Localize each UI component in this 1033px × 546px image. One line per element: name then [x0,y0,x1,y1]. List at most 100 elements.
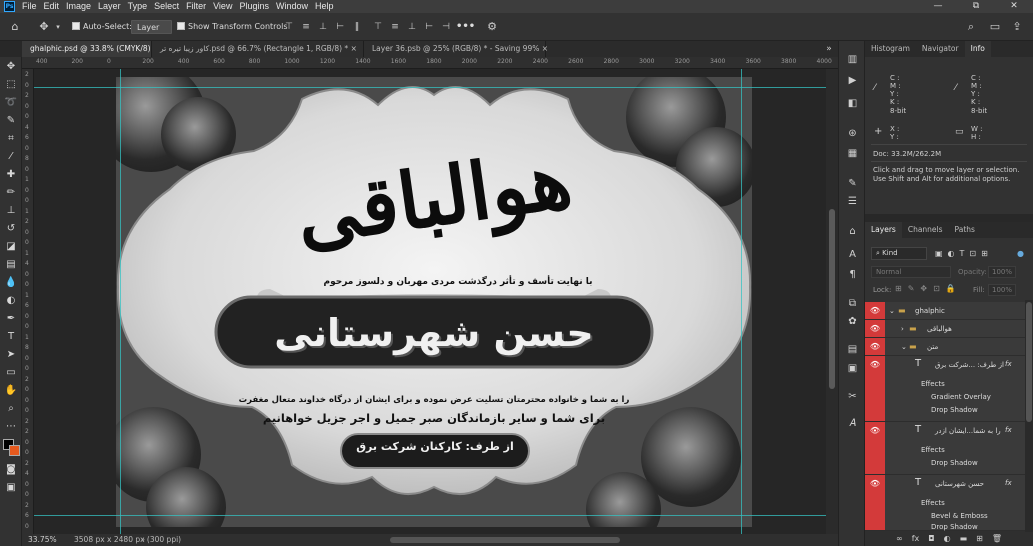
stamp-tool-icon[interactable]: ⊥ [2,203,20,219]
minimize-button[interactable]: — [919,0,957,13]
distribute-vcenter-icon[interactable]: ≡ [389,20,401,34]
menu-select[interactable]: Select [154,0,179,13]
character-styles-icon[interactable]: 𝐴 [845,416,860,431]
character-icon[interactable]: A [845,247,860,262]
tab-ghalphic[interactable]: ghalphic.psd @ 33.8% (CMYK/8) * × [22,41,165,57]
glyphs-icon[interactable]: ▣ [845,361,860,376]
zoom-tool-icon[interactable]: ⌕ [2,401,20,417]
menu-filter[interactable]: Filter [186,0,206,13]
gradient-tool-icon[interactable]: ▤ [2,257,20,273]
eyedropper-tool-icon[interactable]: ⁄ [2,149,20,165]
close-button[interactable]: ✕ [995,0,1033,13]
visibility-icon[interactable]: 👁 [865,475,885,530]
tool-presets-icon[interactable]: ✂ [845,389,860,404]
menu-view[interactable]: View [213,0,232,13]
lasso-tool-icon[interactable]: ➰ [2,95,20,111]
document-artwork[interactable]: هوالباقی با نهایت تأسف و تأثر درگذشت مرد… [116,77,752,527]
swatches-icon[interactable]: ▦ [845,146,860,161]
home-icon[interactable]: ⌂ [8,20,22,34]
new-layer-icon[interactable]: ⊞ [976,531,983,546]
brush-tool-icon[interactable]: ✏ [2,185,20,201]
properties-icon[interactable]: ◧ [845,96,860,111]
status-arrow-icon[interactable]: › [142,534,145,546]
tab-channels[interactable]: Channels [902,222,949,238]
marquee-tool-icon[interactable]: ⬚ [2,77,20,93]
adjustments-icon[interactable]: ☰ [845,194,860,209]
horizontal-scrollbar[interactable] [390,537,620,543]
align-left-icon[interactable]: ⊢ [334,20,346,34]
visibility-icon[interactable]: 👁 [865,422,885,474]
trash-icon[interactable]: 🗑 [992,531,1002,546]
path-select-tool-icon[interactable]: ➤ [2,347,20,363]
more-tools-icon[interactable]: ⋯ [2,419,20,435]
opacity-field[interactable]: 100% [988,266,1016,278]
share-icon[interactable]: ⇪ [1010,20,1024,34]
chevron-right-icon[interactable]: › [901,325,904,333]
tab-info[interactable]: Info [964,41,991,57]
quick-mask-icon[interactable]: ◙ [2,462,20,478]
menu-layer[interactable]: Layer [98,0,121,13]
more-options-button[interactable]: ••• [456,20,475,34]
vertical-scrollbar[interactable] [826,69,838,534]
tab-paths[interactable]: Paths [949,222,981,238]
show-transform-checkbox[interactable]: Show Transform Controls [177,20,288,34]
fx-icon[interactable]: fx [912,531,920,546]
history-brush-icon[interactable]: ↺ [2,221,20,237]
distribute-top-icon[interactable]: ⊤ [372,20,384,34]
layer-comps-icon[interactable]: ⧉ [845,296,860,311]
distribute-left-icon[interactable]: ⊢ [423,20,435,34]
chevron-down-icon[interactable]: ⌄ [889,307,895,315]
close-icon[interactable]: × [542,44,548,53]
fx-icon[interactable]: fx [1005,479,1012,487]
history-panel-icon[interactable]: ▥ [845,52,860,67]
distribute-right-icon[interactable]: ⊣ [440,20,452,34]
align-hcenter-icon[interactable]: ‖ [351,20,363,34]
mask-icon[interactable]: ◘ [928,531,934,546]
hand-tool-icon[interactable]: ✋ [2,383,20,399]
group-icon[interactable]: ▬ [960,531,968,546]
filter-icons[interactable]: ▣◐T⊡⊞ [935,250,993,258]
crop-tool-icon[interactable]: ⌗ [2,131,20,147]
tab-cover[interactable]: کاور زیبا تیره تر.psd @ 66.7% (Rectangle… [152,41,364,57]
guide-line[interactable] [34,87,826,88]
quick-select-tool-icon[interactable]: ✎ [2,113,20,129]
text-layer-row[interactable]: 👁 T از طرف: ...شرکت برق fx Effects Gradi… [865,356,1025,422]
scrollbar-thumb[interactable] [829,209,835,389]
eraser-tool-icon[interactable]: ◪ [2,239,20,255]
menu-help[interactable]: Help [315,0,334,13]
menu-type[interactable]: Type [128,0,148,13]
type-tool-icon[interactable]: T [2,329,20,345]
fill-field[interactable]: 100% [988,284,1016,296]
shape-tool-icon[interactable]: ▭ [2,365,20,381]
auto-select-dropdown[interactable]: Layer [131,20,173,34]
chevron-down-icon[interactable]: ⌄ [901,343,907,351]
move-tool-icon[interactable]: ✥ [2,59,20,75]
layer-group-row[interactable]: 👁 ⌄ ▬ متن [865,338,1025,356]
visibility-icon[interactable]: 👁 [865,302,885,319]
background-color-swatch[interactable] [9,445,20,456]
adjustment-icon[interactable]: ◐ [944,531,951,546]
pen-tool-icon[interactable]: ✒ [2,311,20,327]
blur-tool-icon[interactable]: 💧 [2,275,20,291]
menu-edit[interactable]: Edit [44,0,60,13]
visibility-icon[interactable]: 👁 [865,356,885,421]
move-tool-icon[interactable]: ✥ [37,20,51,34]
guide-line[interactable] [741,69,742,534]
scrollbar-thumb[interactable] [1026,302,1032,422]
libraries-icon[interactable]: ⌂ [845,224,860,239]
fx-icon[interactable]: fx [1005,360,1012,368]
tab-layers[interactable]: Layers [865,222,902,238]
filter-toggle-icon[interactable]: ● [1017,250,1024,258]
link-icon[interactable]: ∞ [896,531,903,546]
styles-icon[interactable]: ✿ [845,314,860,329]
layer-group-row[interactable]: 👁 › ▬ هوالباقی [865,320,1025,338]
guide-line[interactable] [120,69,121,534]
auto-select-checkbox[interactable]: Auto-Select: [72,20,132,34]
align-vcenter-icon[interactable]: ≡ [300,20,312,34]
tab-layer36[interactable]: Layer 36.psb @ 25% (RGB/8) * - Saving 99… [364,41,548,57]
workspace-icon[interactable]: ▭ [988,20,1002,34]
text-layer-row[interactable]: 👁 T را به شما...ایشان ازدر fx Effects Dr… [865,422,1025,475]
visibility-icon[interactable]: 👁 [865,320,885,337]
screen-mode-icon[interactable]: ▣ [2,480,20,496]
text-layer-row[interactable]: 👁 T حسن شهرستانی fx Effects Bevel & Embo… [865,475,1025,531]
